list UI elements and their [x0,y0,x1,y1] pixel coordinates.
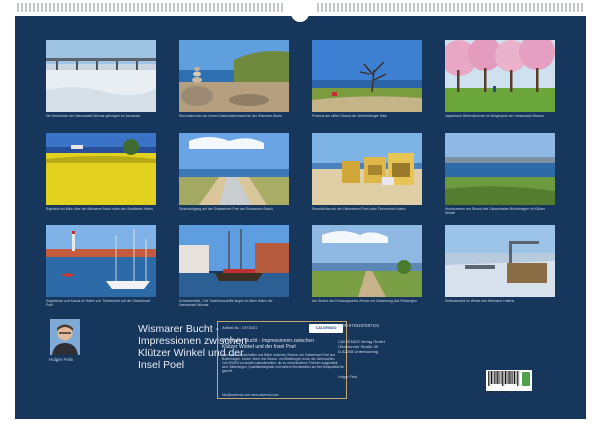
fsc-label-icon [522,372,530,386]
photo-caption: Segelboote und Kanus im Hafen von Timmen… [46,299,151,307]
author-photo [50,319,80,355]
photo-tall-ship-wismar [179,225,289,297]
photo-zierow-path [312,225,422,297]
photo-grid: Die Seebrücke der Hansestadt Wismar gebo… [31,25,573,307]
barcode: 9 783457 597101 [486,370,532,394]
photo-tile: Hochsommer am Strand des Ostseebades Bol… [445,133,555,215]
photo-caption: Picknick am stillen Strand der Wohlenber… [312,114,388,118]
product-info-area: Holger Felix Wismarer Bucht - Impression… [45,318,555,399]
photo-dune-path [179,133,289,205]
photo-tile: Strandaufgang auf der Ostseeinsel Poel a… [179,133,289,215]
publisher-address: CALVENDO Verlag GmbH Ottobrunner Straße … [338,339,385,354]
photo-tile: Am Strand des Erholungsortes Zierow mit … [312,225,422,307]
photo-winter-harbor [445,225,555,297]
publisher-contact: Info@calvendo.com www.calvendo.com [222,393,279,397]
photo-sailboats-harbor [46,225,156,297]
photo-boltenhagen-beach [445,133,555,205]
photo-caption: Die Seebrücke der Hansestadt Wismar gebo… [46,114,141,118]
photo-caption: Schwedenfest - Die Traditionsschiffe lie… [179,299,273,307]
photo-tile: Rapsfeld mit Blick über die Wismarer Buc… [46,133,156,215]
author-name: Holger Felix [49,357,74,362]
address-line: D-82008 Unterhaching [338,349,379,354]
photo-caption: Rapsfeld mit Blick über die Wismarer Buc… [46,207,153,211]
photo-tile: Steinmännchen an einem Küstensteinstrand… [179,40,289,122]
article-number: Artikel-Nr.: 1973431 [222,325,258,330]
photo-tile: Strandkörbe auf der Ostseeinsel Poel nah… [312,133,422,215]
isbn: ISBN 9783457597101 [338,323,380,328]
photo-tile: Japanische Blütenkirschen im Bürgerpark … [445,40,555,122]
photo-stone-cairn [179,40,289,112]
photo-caption: Steinmännchen an einem Küstensteinstrand… [179,114,282,118]
photo-tile: Segelboote und Kanus im Hafen von Timmen… [46,225,156,307]
photo-tile: Schwedenfest - Die Traditionsschiffe lie… [179,225,289,307]
barcode-digits: 9 783457 597101 [488,391,509,394]
photo-caption: Strandkörbe auf der Ostseeinsel Poel nah… [312,207,406,211]
photo-tile: Picknick am stillen Strand der Wohlenber… [312,40,422,122]
product-description: Imposante Landschaften und Bilder zwisch… [222,353,344,373]
product-info-box: Artikel-Nr.: 1973431 CALVENDO Wismarer B… [217,321,347,399]
publisher-block: ISBN 9783457597101 CALVENDO Verlag GmbH … [338,321,438,399]
photo-caption: Hochsommer am Strand des Ostseebades Bol… [445,207,546,215]
photo-picnic-beach-tree [312,40,422,112]
photo-rapeseed-field [46,133,156,205]
photo-beach-chairs [312,133,422,205]
photo-caption: Strandaufgang auf der Ostseeinsel Poel a… [179,207,273,211]
photo-wismar-pier-ice [46,40,156,112]
calendar-back-page: Die Seebrücke der Hansestadt Wismar gebo… [0,0,600,432]
barcode-bars [488,371,520,386]
photo-cherry-blossom-park [445,40,555,112]
photo-tile: Die Seebrücke der Hansestadt Wismar gebo… [46,40,156,122]
photo-caption: Seitenansicht im Winter des Wismarer Haf… [445,299,515,303]
photo-caption: Japanische Blütenkirschen im Bürgerpark … [445,114,544,118]
product-subtitle: Wismarer Bucht - Impressionen zwischen K… [222,338,314,350]
photo-tile: Seitenansicht im Winter des Wismarer Haf… [445,225,555,307]
photo-caption: Am Strand des Erholungsortes Zierow mit … [312,299,417,303]
photo-credit: Holger Felix [338,375,358,379]
